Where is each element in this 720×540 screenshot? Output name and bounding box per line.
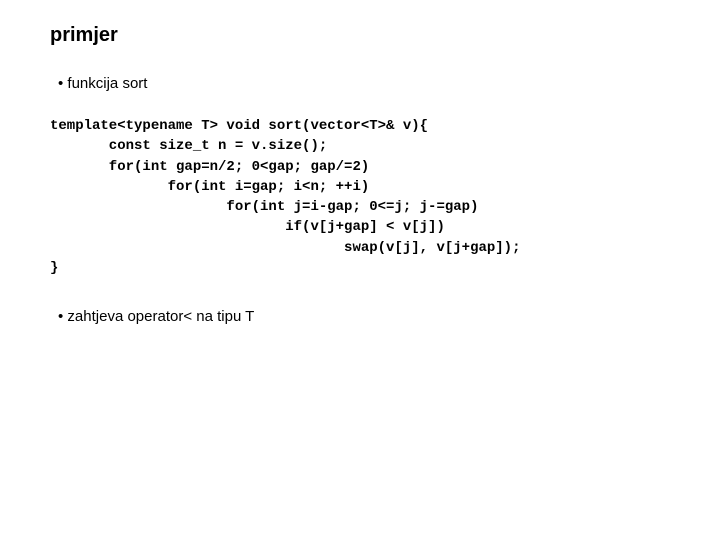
code-block: template<typename T> void sort(vector<T>… xyxy=(50,116,670,278)
slide-title: primjer xyxy=(50,24,670,47)
bullet-1: • funkcija sort xyxy=(58,75,670,92)
slide: primjer • funkcija sort template<typenam… xyxy=(0,0,720,325)
bullet-2: • zahtjeva operator< na tipu T xyxy=(58,308,670,325)
